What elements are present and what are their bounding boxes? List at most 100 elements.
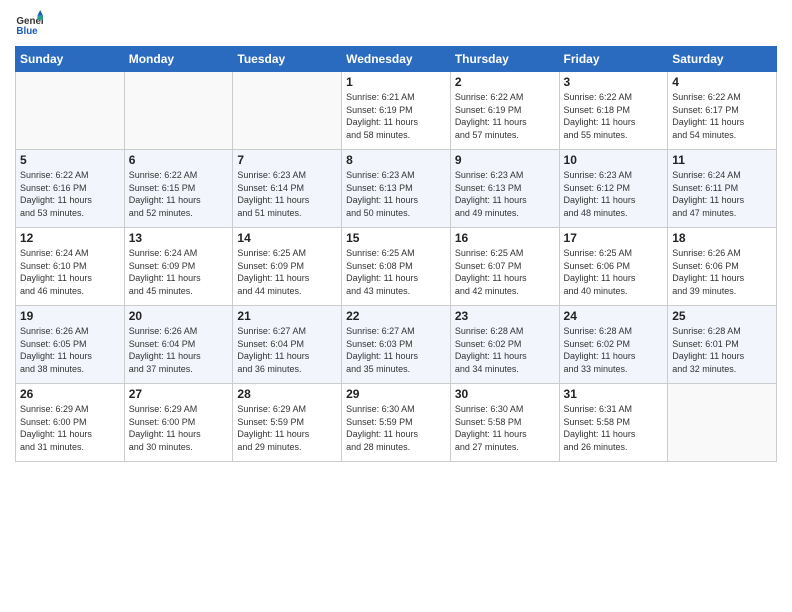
day-number: 4 (672, 75, 772, 89)
day-info: Sunrise: 6:30 AM Sunset: 5:58 PM Dayligh… (455, 403, 555, 453)
day-info: Sunrise: 6:22 AM Sunset: 6:18 PM Dayligh… (564, 91, 664, 141)
day-info: Sunrise: 6:29 AM Sunset: 6:00 PM Dayligh… (129, 403, 229, 453)
day-number: 2 (455, 75, 555, 89)
day-number: 11 (672, 153, 772, 167)
day-number: 6 (129, 153, 229, 167)
calendar-cell: 25 Sunrise: 6:28 AM Sunset: 6:01 PM Dayli… (668, 306, 777, 384)
day-number: 31 (564, 387, 664, 401)
day-info: Sunrise: 6:23 AM Sunset: 6:14 PM Dayligh… (237, 169, 337, 219)
day-info: Sunrise: 6:28 AM Sunset: 6:02 PM Dayligh… (455, 325, 555, 375)
day-number: 19 (20, 309, 120, 323)
weekday-tuesday: Tuesday (233, 47, 342, 72)
day-info: Sunrise: 6:28 AM Sunset: 6:02 PM Dayligh… (564, 325, 664, 375)
calendar-cell: 27 Sunrise: 6:29 AM Sunset: 6:00 PM Dayli… (124, 384, 233, 462)
day-info: Sunrise: 6:31 AM Sunset: 5:58 PM Dayligh… (564, 403, 664, 453)
calendar-cell: 21 Sunrise: 6:27 AM Sunset: 6:04 PM Dayli… (233, 306, 342, 384)
weekday-header-row: SundayMondayTuesdayWednesdayThursdayFrid… (16, 47, 777, 72)
day-info: Sunrise: 6:29 AM Sunset: 5:59 PM Dayligh… (237, 403, 337, 453)
calendar-cell: 29Sunrise: 6:30 AM Sunset: 5:59 PM Dayli… (342, 384, 451, 462)
weekday-saturday: Saturday (668, 47, 777, 72)
calendar-cell: 20 Sunrise: 6:26 AM Sunset: 6:04 PM Dayli… (124, 306, 233, 384)
calendar-cell: 6 Sunrise: 6:22 AM Sunset: 6:15 PM Daylig… (124, 150, 233, 228)
day-number: 30 (455, 387, 555, 401)
day-info: Sunrise: 6:22 AM Sunset: 6:16 PM Dayligh… (20, 169, 120, 219)
calendar-cell: 22 Sunrise: 6:27 AM Sunset: 6:03 PM Dayli… (342, 306, 451, 384)
calendar-cell: 8 Sunrise: 6:23 AM Sunset: 6:13 PM Daylig… (342, 150, 451, 228)
day-number: 22 (346, 309, 446, 323)
weekday-thursday: Thursday (450, 47, 559, 72)
calendar-cell: 14 Sunrise: 6:25 AM Sunset: 6:09 PM Dayli… (233, 228, 342, 306)
day-info: Sunrise: 6:27 AM Sunset: 6:03 PM Dayligh… (346, 325, 446, 375)
day-number: 20 (129, 309, 229, 323)
day-number: 16 (455, 231, 555, 245)
day-info: Sunrise: 6:26 AM Sunset: 6:04 PM Dayligh… (129, 325, 229, 375)
calendar-cell: 10Sunrise: 6:23 AM Sunset: 6:12 PM Dayli… (559, 150, 668, 228)
calendar-cell (668, 384, 777, 462)
calendar-cell: 26 Sunrise: 6:29 AM Sunset: 6:00 PM Dayli… (16, 384, 125, 462)
calendar-cell: 30 Sunrise: 6:30 AM Sunset: 5:58 PM Dayli… (450, 384, 559, 462)
day-number: 1 (346, 75, 446, 89)
weekday-monday: Monday (124, 47, 233, 72)
day-info: Sunrise: 6:21 AM Sunset: 6:19 PM Dayligh… (346, 91, 446, 141)
day-info: Sunrise: 6:28 AM Sunset: 6:01 PM Dayligh… (672, 325, 772, 375)
day-number: 27 (129, 387, 229, 401)
day-info: Sunrise: 6:22 AM Sunset: 6:15 PM Dayligh… (129, 169, 229, 219)
day-info: Sunrise: 6:23 AM Sunset: 6:13 PM Dayligh… (346, 169, 446, 219)
day-info: Sunrise: 6:26 AM Sunset: 6:05 PM Dayligh… (20, 325, 120, 375)
day-number: 28 (237, 387, 337, 401)
calendar-cell: 31 Sunrise: 6:31 AM Sunset: 5:58 PM Dayli… (559, 384, 668, 462)
calendar-cell: 5Sunrise: 6:22 AM Sunset: 6:16 PM Daylig… (16, 150, 125, 228)
day-number: 9 (455, 153, 555, 167)
day-number: 21 (237, 309, 337, 323)
logo-icon: General Blue (15, 10, 43, 38)
day-number: 15 (346, 231, 446, 245)
logo: General Blue (15, 10, 45, 38)
day-info: Sunrise: 6:29 AM Sunset: 6:00 PM Dayligh… (20, 403, 120, 453)
calendar-week-row: 1 Sunrise: 6:21 AM Sunset: 6:19 PM Daylig… (16, 72, 777, 150)
day-number: 24 (564, 309, 664, 323)
calendar-cell (233, 72, 342, 150)
day-info: Sunrise: 6:24 AM Sunset: 6:10 PM Dayligh… (20, 247, 120, 297)
day-info: Sunrise: 6:27 AM Sunset: 6:04 PM Dayligh… (237, 325, 337, 375)
day-info: Sunrise: 6:25 AM Sunset: 6:06 PM Dayligh… (564, 247, 664, 297)
day-number: 23 (455, 309, 555, 323)
day-info: Sunrise: 6:24 AM Sunset: 6:09 PM Dayligh… (129, 247, 229, 297)
calendar-cell: 7 Sunrise: 6:23 AM Sunset: 6:14 PM Daylig… (233, 150, 342, 228)
calendar-cell: 18Sunrise: 6:26 AM Sunset: 6:06 PM Dayli… (668, 228, 777, 306)
day-info: Sunrise: 6:22 AM Sunset: 6:17 PM Dayligh… (672, 91, 772, 141)
day-number: 18 (672, 231, 772, 245)
calendar-cell: 28 Sunrise: 6:29 AM Sunset: 5:59 PM Dayli… (233, 384, 342, 462)
day-info: Sunrise: 6:25 AM Sunset: 6:08 PM Dayligh… (346, 247, 446, 297)
day-info: Sunrise: 6:23 AM Sunset: 6:13 PM Dayligh… (455, 169, 555, 219)
weekday-sunday: Sunday (16, 47, 125, 72)
svg-text:Blue: Blue (16, 26, 38, 37)
day-info: Sunrise: 6:24 AM Sunset: 6:11 PM Dayligh… (672, 169, 772, 219)
day-info: Sunrise: 6:25 AM Sunset: 6:07 PM Dayligh… (455, 247, 555, 297)
day-number: 12 (20, 231, 120, 245)
day-number: 7 (237, 153, 337, 167)
day-number: 14 (237, 231, 337, 245)
calendar-cell: 19 Sunrise: 6:26 AM Sunset: 6:05 PM Dayli… (16, 306, 125, 384)
day-number: 13 (129, 231, 229, 245)
calendar-week-row: 19 Sunrise: 6:26 AM Sunset: 6:05 PM Dayli… (16, 306, 777, 384)
day-info: Sunrise: 6:22 AM Sunset: 6:19 PM Dayligh… (455, 91, 555, 141)
day-number: 3 (564, 75, 664, 89)
calendar-cell: 2 Sunrise: 6:22 AM Sunset: 6:19 PM Daylig… (450, 72, 559, 150)
day-number: 25 (672, 309, 772, 323)
calendar-cell: 12 Sunrise: 6:24 AM Sunset: 6:10 PM Dayli… (16, 228, 125, 306)
calendar-cell: 11 Sunrise: 6:24 AM Sunset: 6:11 PM Dayli… (668, 150, 777, 228)
calendar-week-row: 5Sunrise: 6:22 AM Sunset: 6:16 PM Daylig… (16, 150, 777, 228)
calendar-cell (16, 72, 125, 150)
calendar-cell: 1 Sunrise: 6:21 AM Sunset: 6:19 PM Daylig… (342, 72, 451, 150)
day-number: 8 (346, 153, 446, 167)
calendar-cell: 16 Sunrise: 6:25 AM Sunset: 6:07 PM Dayli… (450, 228, 559, 306)
page-header: General Blue (15, 10, 777, 38)
calendar-week-row: 26 Sunrise: 6:29 AM Sunset: 6:00 PM Dayli… (16, 384, 777, 462)
calendar-cell: 4 Sunrise: 6:22 AM Sunset: 6:17 PM Daylig… (668, 72, 777, 150)
day-number: 26 (20, 387, 120, 401)
day-info: Sunrise: 6:30 AM Sunset: 5:59 PM Dayligh… (346, 403, 446, 453)
weekday-wednesday: Wednesday (342, 47, 451, 72)
day-info: Sunrise: 6:25 AM Sunset: 6:09 PM Dayligh… (237, 247, 337, 297)
calendar-cell: 23 Sunrise: 6:28 AM Sunset: 6:02 PM Dayli… (450, 306, 559, 384)
calendar-cell: 13 Sunrise: 6:24 AM Sunset: 6:09 PM Dayli… (124, 228, 233, 306)
